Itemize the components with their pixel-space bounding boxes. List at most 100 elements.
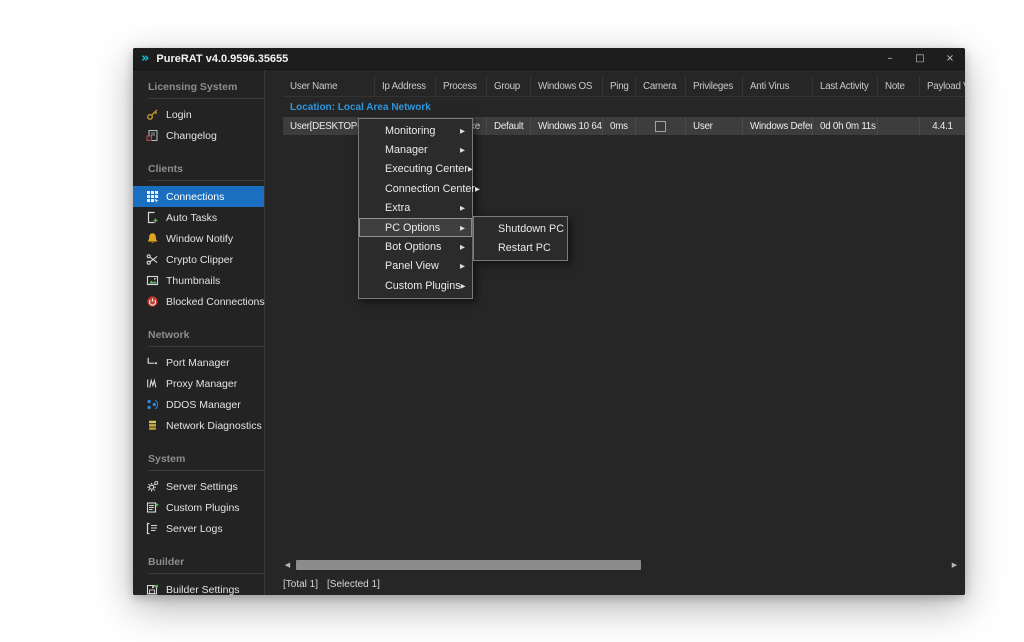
menu-item-manager[interactable]: Manager▶	[359, 140, 472, 159]
status-total: [Total 1]	[283, 579, 318, 590]
sidebar-section-header-system: System	[148, 451, 264, 471]
connections-icon	[146, 190, 159, 203]
sidebar-item-label: Changelog	[166, 130, 217, 142]
column-header-ping[interactable]: Ping	[603, 76, 636, 96]
column-header-ip-address[interactable]: Ip Address	[375, 76, 436, 96]
sidebar-item-label: DDOS Manager	[166, 399, 241, 411]
sidebar-item-label: Port Manager	[166, 357, 230, 369]
submenu-arrow-icon: ▶	[460, 127, 465, 135]
status-selected: [Selected 1]	[327, 579, 380, 590]
maximize-button[interactable]: □	[905, 48, 935, 69]
sidebar-section-header-builder: Builder	[148, 554, 264, 574]
menu-item-pc-options[interactable]: PC Options ▶	[359, 218, 472, 237]
auto-tasks-icon	[146, 211, 159, 224]
column-header-process[interactable]: Process	[436, 76, 487, 96]
sidebar-item-label: Custom Plugins	[166, 502, 240, 514]
title-bar: » PureRAT v4.0.9596.35655 – □ ×	[133, 48, 965, 70]
horizontal-scrollbar[interactable]: ◀ ▶	[283, 559, 959, 571]
cell-windows-os: Windows 10 64Bit	[531, 117, 603, 135]
submenu-item-shutdown-pc[interactable]: Shutdown PC	[474, 219, 567, 238]
sidebar-item-label: Server Settings	[166, 481, 238, 493]
minimize-button[interactable]: –	[875, 48, 905, 69]
menu-item-custom-plugins[interactable]: Custom Plugins▶	[359, 276, 472, 295]
column-header-camera[interactable]: Camera	[636, 76, 686, 96]
sidebar-item-server-settings[interactable]: Server Settings	[133, 476, 264, 497]
sidebar-item-blocked-connections[interactable]: Blocked Connections	[133, 291, 264, 312]
scroll-left-icon[interactable]: ◀	[283, 561, 292, 569]
submenu-arrow-icon: ▶	[461, 282, 466, 290]
column-header-payload-ver[interactable]: Payload Ver	[920, 76, 965, 96]
cell-camera	[636, 117, 686, 135]
sidebar-section-clients: ClientsConnectionsAuto TasksWindow Notif…	[133, 161, 264, 312]
app-window: » PureRAT v4.0.9596.35655 – □ × Licensin…	[133, 48, 965, 595]
submenu-arrow-icon: ▶	[475, 185, 480, 193]
cell-group: Default	[487, 117, 531, 135]
sidebar-item-label: Crypto Clipper	[166, 254, 233, 266]
submenu-arrow-icon: ▶	[460, 243, 465, 251]
gear-icon	[146, 480, 159, 493]
window-content: Licensing SystemLoginChangelogClientsCon…	[133, 70, 965, 595]
sidebar-item-label: Auto Tasks	[166, 212, 217, 224]
sidebar-item-port-manager[interactable]: Port Manager	[133, 352, 264, 373]
column-header-anti-virus[interactable]: Anti Virus	[743, 76, 813, 96]
scroll-right-icon[interactable]: ▶	[950, 561, 959, 569]
cell-note	[878, 117, 920, 135]
diagnostics-icon	[146, 419, 159, 432]
column-header-last-activity[interactable]: Last Activity	[813, 76, 878, 96]
context-menu: Monitoring▶Manager▶Executing Center▶Conn…	[358, 118, 473, 299]
column-header-privileges[interactable]: Privileges	[686, 76, 743, 96]
submenu-item-restart-pc[interactable]: Restart PC	[474, 238, 567, 257]
menu-item-label: Monitoring	[385, 125, 435, 137]
location-group-row[interactable]: Location: Local Area Network	[283, 97, 965, 117]
pc-options-submenu: Shutdown PCRestart PC	[473, 216, 568, 261]
column-header-user-name[interactable]: User Name	[283, 76, 375, 96]
menu-item-connection-center[interactable]: Connection Center▶	[359, 179, 472, 198]
sidebar-item-connections[interactable]: Connections	[133, 186, 264, 207]
sidebar-item-label: Login	[166, 109, 192, 121]
sidebar-section-items-system: Server Settings Custom Plugins Server Logs	[133, 471, 264, 539]
key-icon	[146, 108, 159, 121]
menu-item-executing-center[interactable]: Executing Center▶	[359, 160, 472, 179]
window-title: PureRAT v4.0.9596.35655	[156, 53, 288, 65]
sidebar-item-label: Server Logs	[166, 523, 223, 535]
app-logo-icon: »	[141, 52, 149, 65]
sidebar-item-ddos-manager[interactable]: DDOS Manager	[133, 394, 264, 415]
sidebar-item-label: Connections	[166, 191, 224, 203]
scrollbar-thumb[interactable]	[296, 560, 641, 570]
status-bar: [Total 1] [Selected 1]	[283, 579, 380, 590]
menu-item-monitoring[interactable]: Monitoring ▶	[359, 121, 472, 140]
sidebar-item-auto-tasks[interactable]: Auto Tasks	[133, 207, 264, 228]
close-button[interactable]: ×	[935, 48, 965, 69]
cell-payload-version: 4.4.1	[920, 117, 965, 135]
menu-item-panel-view[interactable]: Panel View▶	[359, 257, 472, 276]
sidebar-section-header-network: Network	[148, 327, 264, 347]
sidebar-item-crypto-clipper[interactable]: Crypto Clipper	[133, 249, 264, 270]
sidebar-item-builder-settings[interactable]: Builder Settings	[133, 579, 264, 595]
bell-icon	[146, 232, 159, 245]
sidebar-item-changelog[interactable]: Changelog	[133, 125, 264, 146]
column-header-note[interactable]: Note	[878, 76, 920, 96]
menu-item-label: PC Options	[385, 222, 440, 234]
sidebar-item-custom-plugins[interactable]: Custom Plugins	[133, 497, 264, 518]
sidebar-item-login[interactable]: Login	[133, 104, 264, 125]
scissors-icon	[146, 253, 159, 266]
sidebar-item-proxy-manager[interactable]: Proxy Manager	[133, 373, 264, 394]
menu-item-label: Executing Center	[385, 163, 468, 175]
sidebar-item-network-diagnostics[interactable]: Network Diagnostics	[133, 415, 264, 436]
column-header-windows-os[interactable]: Windows OS	[531, 76, 603, 96]
menu-item-label: Bot Options	[385, 241, 441, 253]
sidebar-item-server-logs[interactable]: Server Logs	[133, 518, 264, 539]
camera-checkbox[interactable]	[655, 121, 666, 132]
sidebar-item-thumbnails[interactable]: Thumbnails	[133, 270, 264, 291]
port-icon	[146, 356, 159, 369]
sidebar-section-header-licensing-system: Licensing System	[148, 79, 264, 99]
sidebar-item-window-notify[interactable]: Window Notify	[133, 228, 264, 249]
sidebar-item-label: Proxy Manager	[166, 378, 237, 390]
window-controls: – □ ×	[875, 48, 965, 69]
menu-item-extra[interactable]: Extra▶	[359, 199, 472, 218]
scrollbar-track[interactable]	[296, 560, 946, 570]
submenu-arrow-icon: ▶	[460, 224, 465, 232]
ddos-icon	[146, 398, 159, 411]
column-header-group[interactable]: Group	[487, 76, 531, 96]
menu-item-bot-options[interactable]: Bot Options ▶	[359, 237, 472, 256]
